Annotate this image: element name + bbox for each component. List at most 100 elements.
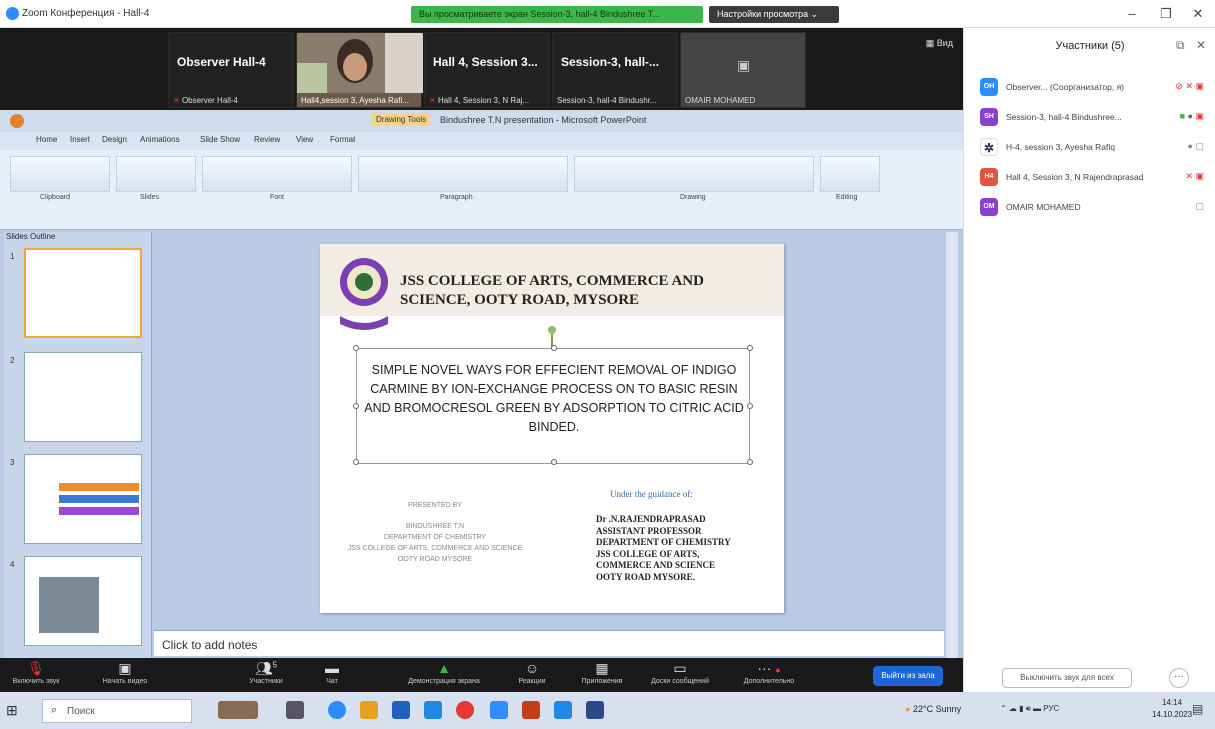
- chat-button[interactable]: ▬ Чат: [312, 660, 352, 685]
- resize-handle[interactable]: [747, 459, 753, 465]
- slide-thumbnail[interactable]: [24, 352, 142, 442]
- current-slide[interactable]: JSS COLLEGE OF ARTS, COMMERCE AND SCIENC…: [320, 244, 784, 613]
- resize-handle[interactable]: [551, 345, 557, 351]
- group-label-paragraph: Paragraph: [440, 194, 473, 201]
- rotate-handle[interactable]: [548, 326, 556, 334]
- notes-placeholder: Click to add notes: [162, 638, 258, 652]
- tab-home[interactable]: Home: [36, 135, 57, 144]
- resize-handle[interactable]: [353, 459, 359, 465]
- font-group[interactable]: [202, 156, 352, 192]
- participants-button[interactable]: 👥︎5 Участники: [236, 660, 296, 685]
- windows-taskbar: ⊞ ⌕ Поиск ● 22°C Sunny ⌃ ☁ ▮ 🔊︎ ▬ РУС 14…: [0, 692, 1215, 729]
- whiteboard-button[interactable]: ▭ Доски сообщений: [640, 660, 720, 685]
- weather-widget[interactable]: ● 22°C Sunny: [905, 704, 961, 714]
- app-icon[interactable]: [586, 701, 604, 719]
- popout-icon[interactable]: ⧉: [1176, 38, 1185, 53]
- share-screen-button[interactable]: ▲ Демонстрация экрана: [396, 660, 492, 685]
- notes-pane[interactable]: Click to add notes: [154, 630, 944, 656]
- video-tile[interactable]: ▣ OMAIR MOHAMED: [680, 32, 806, 108]
- thumbnail-tabs[interactable]: Slides Outline: [6, 232, 55, 241]
- camera-preview-app[interactable]: [218, 701, 258, 719]
- tab-view[interactable]: View: [296, 135, 313, 144]
- editing-group[interactable]: [820, 156, 880, 192]
- system-tray[interactable]: ⌃ ☁ ▮ 🔊︎ ▬ РУС: [1000, 704, 1059, 714]
- close-button[interactable]: ✕: [1188, 6, 1208, 22]
- more-label: Дополнительно: [743, 678, 795, 685]
- guide-line: COMMERCE AND SCIENCE: [596, 560, 716, 570]
- mic-muted-icon: ✕: [429, 96, 436, 105]
- tab-slide-show[interactable]: Slide Show: [200, 135, 240, 144]
- taskbar-search[interactable]: ⌕ Поиск: [42, 699, 192, 723]
- clipboard-group[interactable]: [10, 156, 110, 192]
- tile-footer: Hall4,session 3, Ayesha Rafi...: [301, 96, 409, 105]
- participant-row[interactable]: SH Session-3, hall-4 Bindushree... ■ ● ▣: [980, 108, 1208, 128]
- guide-line: Dr .N.RAJENDRAPRASAD: [596, 514, 706, 524]
- group-label-editing: Editing: [836, 194, 858, 201]
- guide-block: Dr .N.RAJENDRAPRASAD ASSISTANT PROFESSOR…: [596, 514, 731, 583]
- mail-icon[interactable]: [424, 701, 442, 719]
- video-tile[interactable]: Session-3, hall-... Session-3, hall-4 Bi…: [552, 32, 678, 108]
- windows-start-icon[interactable]: ⊞: [6, 702, 18, 719]
- reactions-button[interactable]: ☺ Реакции: [510, 660, 554, 685]
- resize-handle[interactable]: [747, 403, 753, 409]
- start-video-button[interactable]: ▣ Начать видео: [90, 660, 160, 685]
- video-tile[interactable]: Hall 4, Session 3... ✕ Hall 4, Session 3…: [424, 32, 550, 108]
- video-tile[interactable]: Hall4,session 3, Ayesha Rafi...: [296, 32, 423, 108]
- word-icon[interactable]: [554, 701, 572, 719]
- participant-row[interactable]: OH Observer... (Соорганизатор, я) ⊘ ✕ ▣: [980, 78, 1208, 98]
- slides-group[interactable]: [116, 156, 196, 192]
- tab-animations[interactable]: Animations: [140, 135, 180, 144]
- tab-review[interactable]: Review: [254, 135, 280, 144]
- video-off-icon: ▣: [737, 57, 751, 73]
- task-view-icon[interactable]: [286, 701, 304, 719]
- chrome-icon[interactable]: [456, 701, 474, 719]
- tab-insert[interactable]: Insert: [70, 135, 90, 144]
- unmute-all-button[interactable]: Выключить звук для всех: [1002, 668, 1132, 688]
- thumb-bar: [59, 495, 139, 503]
- thumb-image: [39, 577, 99, 633]
- resize-handle[interactable]: [747, 345, 753, 351]
- unmute-label: Включить звук: [12, 678, 60, 685]
- minimize-button[interactable]: –: [1122, 6, 1142, 21]
- slide-scrollbar[interactable]: [946, 232, 958, 658]
- slide-thumbnail[interactable]: [24, 248, 142, 338]
- participants-panel: Участники (5) ⧉ ✕ OH Observer... (Соорга…: [963, 28, 1215, 692]
- office-button-icon[interactable]: [10, 114, 24, 128]
- drawing-group[interactable]: [574, 156, 814, 192]
- video-tile[interactable]: Observer Hall-4 ✕ Observer Hall-4: [168, 32, 294, 108]
- close-panel-icon[interactable]: ✕: [1196, 38, 1206, 52]
- store-icon[interactable]: [392, 701, 410, 719]
- resize-handle[interactable]: [353, 345, 359, 351]
- notifications-icon[interactable]: ▤: [1192, 702, 1203, 716]
- resize-handle[interactable]: [353, 403, 359, 409]
- maximize-button[interactable]: ❐: [1156, 6, 1176, 22]
- more-options-icon[interactable]: ···: [1169, 668, 1189, 688]
- college-name: JSS COLLEGE OF ARTS, COMMERCE AND SCIENC…: [400, 273, 704, 308]
- resize-handle[interactable]: [551, 459, 557, 465]
- slide-thumbnail[interactable]: [24, 454, 142, 544]
- participant-row[interactable]: ✲ H-4, session 3, Ayesha Rafiq ● ▢: [980, 138, 1208, 158]
- presenter-college: JSS COLLEGE OF ARTS, COMMERCE AND SCIENC…: [347, 545, 523, 552]
- participant-row[interactable]: OM OMAIR MOHAMED ▢: [980, 198, 1208, 218]
- tab-design[interactable]: Design: [102, 135, 127, 144]
- unmute-button[interactable]: 🎙︎ Включить звук: [6, 660, 66, 685]
- title-text-box[interactable]: SIMPLE NOVEL WAYS FOR EFFECIENT REMOVAL …: [353, 345, 753, 465]
- powerpoint-icon[interactable]: [522, 701, 540, 719]
- slide-thumbnail[interactable]: [24, 556, 142, 646]
- clock[interactable]: 14:14 14.10.2023: [1152, 697, 1192, 721]
- participant-row[interactable]: H4 Hall 4, Session 3, N Rajendraprasad ✕…: [980, 168, 1208, 188]
- tab-format[interactable]: Format: [330, 135, 355, 144]
- tile-name: Observer Hall-4: [177, 55, 266, 69]
- file-explorer-icon[interactable]: [360, 701, 378, 719]
- leave-room-button[interactable]: Выйти из зала: [873, 666, 943, 686]
- apps-button[interactable]: ▦ Приложения: [570, 660, 634, 685]
- zoom-window-icon[interactable]: [490, 701, 508, 719]
- zoom-app-icon[interactable]: [328, 701, 346, 719]
- more-button[interactable]: ··· ● Дополнительно: [734, 660, 804, 685]
- presenter-dept: DEPARTMENT OF CHEMISTRY: [383, 534, 487, 541]
- apps-label: Приложения: [581, 678, 623, 685]
- view-options-button[interactable]: Настройки просмотра ⌄: [709, 6, 839, 23]
- paragraph-group[interactable]: [358, 156, 568, 192]
- guide-line: DEPARTMENT OF CHEMISTRY: [596, 537, 731, 547]
- gallery-view-button[interactable]: ▦ Вид: [926, 38, 953, 49]
